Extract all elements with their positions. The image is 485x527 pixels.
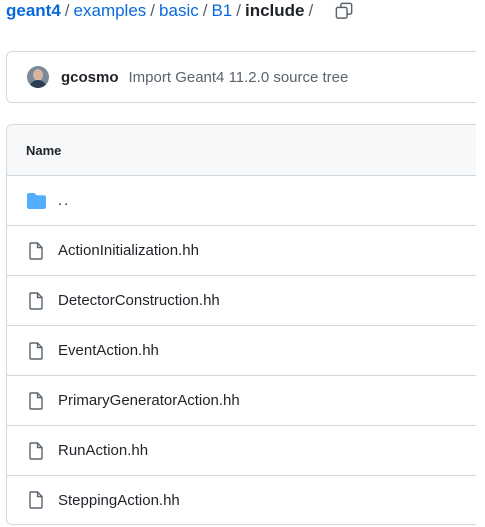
table-row[interactable]: DetectorConstruction.hh: [7, 276, 476, 326]
parent-directory-link[interactable]: ..: [58, 192, 70, 209]
breadcrumb-separator: /: [308, 1, 314, 20]
breadcrumb-separator: /: [150, 1, 156, 20]
file-icon: [26, 391, 46, 411]
breadcrumb-current: include: [244, 1, 305, 20]
commit-message-link[interactable]: Import Geant4 11.2.0 source tree: [129, 69, 349, 86]
file-link[interactable]: SteppingAction.hh: [58, 492, 180, 509]
commit-author-link[interactable]: gcosmo: [61, 69, 119, 86]
breadcrumb-repo-link[interactable]: geant4: [6, 1, 61, 21]
breadcrumb-b1-link[interactable]: B1: [211, 1, 232, 21]
latest-commit-bar: gcosmo Import Geant4 11.2.0 source tree: [6, 51, 476, 103]
file-link[interactable]: RunAction.hh: [58, 442, 148, 459]
breadcrumb-basic-link[interactable]: basic: [159, 1, 199, 21]
breadcrumb-separator: /: [202, 1, 208, 20]
file-icon: [26, 441, 46, 461]
breadcrumb-separator: /: [236, 1, 241, 20]
breadcrumb: geant4 / examples / basic / B1 / include…: [6, 0, 353, 22]
table-row[interactable]: PrimaryGeneratorAction.hh: [7, 376, 476, 426]
file-icon: [26, 341, 46, 361]
file-icon: [26, 241, 46, 261]
table-row-parent-directory[interactable]: ..: [7, 176, 476, 226]
column-header-name: Name: [7, 125, 476, 176]
copy-icon[interactable]: [335, 2, 353, 20]
file-icon: [26, 291, 46, 311]
breadcrumb-separator: /: [64, 1, 70, 20]
table-row[interactable]: SteppingAction.hh: [7, 476, 476, 524]
file-link[interactable]: PrimaryGeneratorAction.hh: [58, 392, 240, 409]
table-row[interactable]: EventAction.hh: [7, 326, 476, 376]
breadcrumb-examples-link[interactable]: examples: [74, 1, 147, 21]
avatar[interactable]: [27, 66, 49, 88]
file-table: Name .. ActionInitialization.hh Detector…: [6, 124, 476, 525]
file-link[interactable]: ActionInitialization.hh: [58, 242, 199, 259]
table-row[interactable]: RunAction.hh: [7, 426, 476, 476]
file-icon: [26, 490, 46, 510]
file-link[interactable]: DetectorConstruction.hh: [58, 292, 220, 309]
table-row[interactable]: ActionInitialization.hh: [7, 226, 476, 276]
file-link[interactable]: EventAction.hh: [58, 342, 159, 359]
folder-icon: [26, 191, 46, 211]
